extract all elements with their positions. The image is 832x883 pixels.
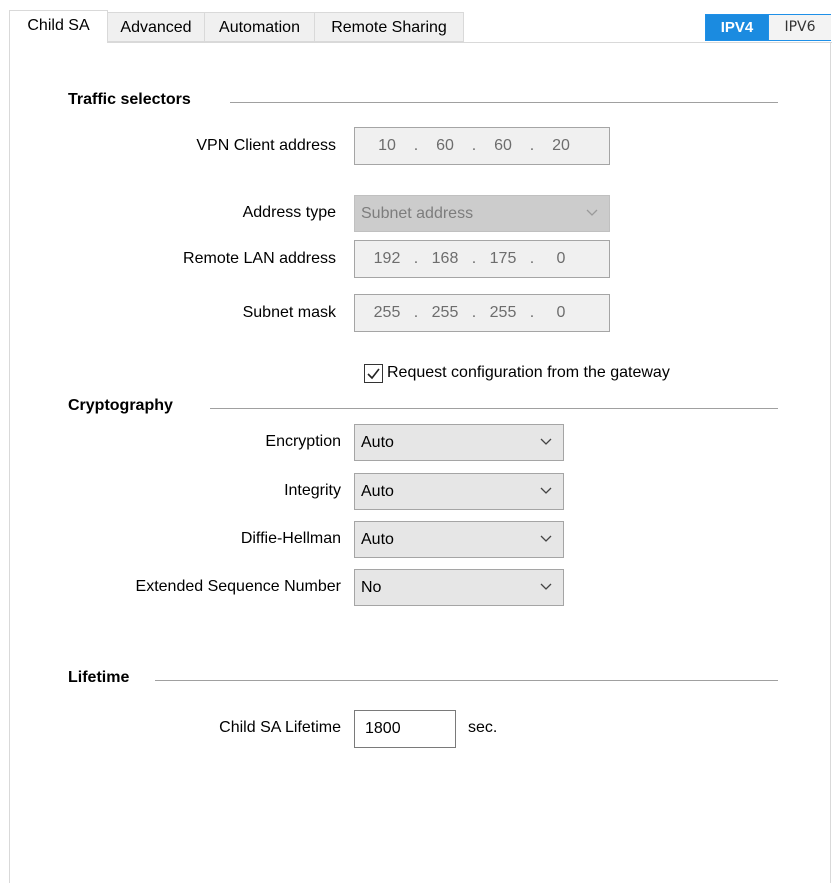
octet-dot: . (529, 137, 535, 154)
octet: 168 (431, 250, 459, 267)
octet: 255 (489, 304, 517, 321)
address-type-label: Address type (242, 204, 336, 221)
esn-select[interactable]: No (354, 569, 564, 606)
ipv6-button[interactable]: IPV6 (768, 15, 831, 40)
diffie-hellman-label: Diffie-Hellman (240, 530, 341, 547)
child-sa-lifetime-input[interactable]: 1800 (354, 710, 456, 748)
octet-dot: . (529, 304, 535, 321)
octet: 255 (431, 304, 459, 321)
chevron-down-icon (539, 532, 553, 546)
remote-lan-address-label: Remote LAN address (183, 250, 336, 267)
octet: 192 (373, 250, 401, 267)
chevron-down-icon (539, 435, 553, 449)
tab-automation[interactable]: Automation (204, 12, 315, 42)
tab-remote-sharing[interactable]: Remote Sharing (314, 12, 464, 42)
integrity-select[interactable]: Auto (354, 473, 564, 510)
octet: 0 (556, 250, 566, 267)
request-config-checkbox[interactable] (364, 364, 383, 383)
octet: 10 (378, 137, 396, 154)
integrity-label: Integrity (284, 482, 341, 499)
traffic-selectors-heading: Traffic selectors (68, 91, 199, 109)
octet-dot: . (529, 250, 535, 267)
chevron-down-icon (539, 484, 553, 498)
integrity-value: Auto (361, 483, 394, 500)
traffic-selectors-divider (230, 102, 778, 103)
octet: 60 (494, 137, 512, 154)
tab-panel (9, 43, 831, 883)
encryption-label: Encryption (265, 433, 341, 450)
lifetime-unit-label: sec. (468, 719, 498, 736)
cryptography-heading: Cryptography (68, 397, 181, 415)
remote-lan-address-field[interactable]: 192. 168. 175. 0 (354, 240, 610, 278)
esn-value: No (361, 579, 382, 596)
ipv4-button[interactable]: IPV4 (706, 15, 768, 40)
octet: 175 (489, 250, 517, 267)
cryptography-divider (210, 408, 778, 409)
octet-dot: . (413, 304, 419, 321)
address-type-value: Subnet address (361, 205, 474, 222)
octet: 255 (373, 304, 401, 321)
vpn-client-address-label: VPN Client address (196, 137, 336, 154)
lifetime-heading: Lifetime (68, 669, 138, 687)
octet: 20 (552, 137, 570, 154)
octet-dot: . (471, 137, 477, 154)
child-sa-lifetime-label: Child SA Lifetime (219, 719, 341, 736)
octet: 60 (436, 137, 454, 154)
octet-dot: . (413, 137, 419, 154)
chevron-down-icon (539, 580, 553, 594)
lifetime-divider (155, 680, 778, 681)
diffie-hellman-value: Auto (361, 531, 394, 548)
checkmark-icon (367, 368, 380, 380)
tab-advanced[interactable]: Advanced (107, 12, 205, 42)
chevron-down-icon (585, 206, 599, 220)
vpn-client-address-field[interactable]: 10. 60. 60. 20 (354, 127, 610, 165)
octet: 0 (556, 304, 566, 321)
encryption-value: Auto (361, 434, 394, 451)
octet-dot: . (471, 250, 477, 267)
subnet-mask-field[interactable]: 255. 255. 255. 0 (354, 294, 610, 332)
tab-child-sa[interactable]: Child SA (9, 10, 108, 43)
request-config-label[interactable]: Request configuration from the gateway (387, 364, 670, 382)
address-type-select[interactable]: Subnet address (354, 195, 610, 232)
octet-dot: . (471, 304, 477, 321)
esn-label: Extended Sequence Number (135, 578, 341, 595)
diffie-hellman-select[interactable]: Auto (354, 521, 564, 558)
ip-version-toggle: IPV4 IPV6 (705, 14, 831, 41)
subnet-mask-label: Subnet mask (242, 304, 336, 321)
octet-dot: . (413, 250, 419, 267)
encryption-select[interactable]: Auto (354, 424, 564, 461)
